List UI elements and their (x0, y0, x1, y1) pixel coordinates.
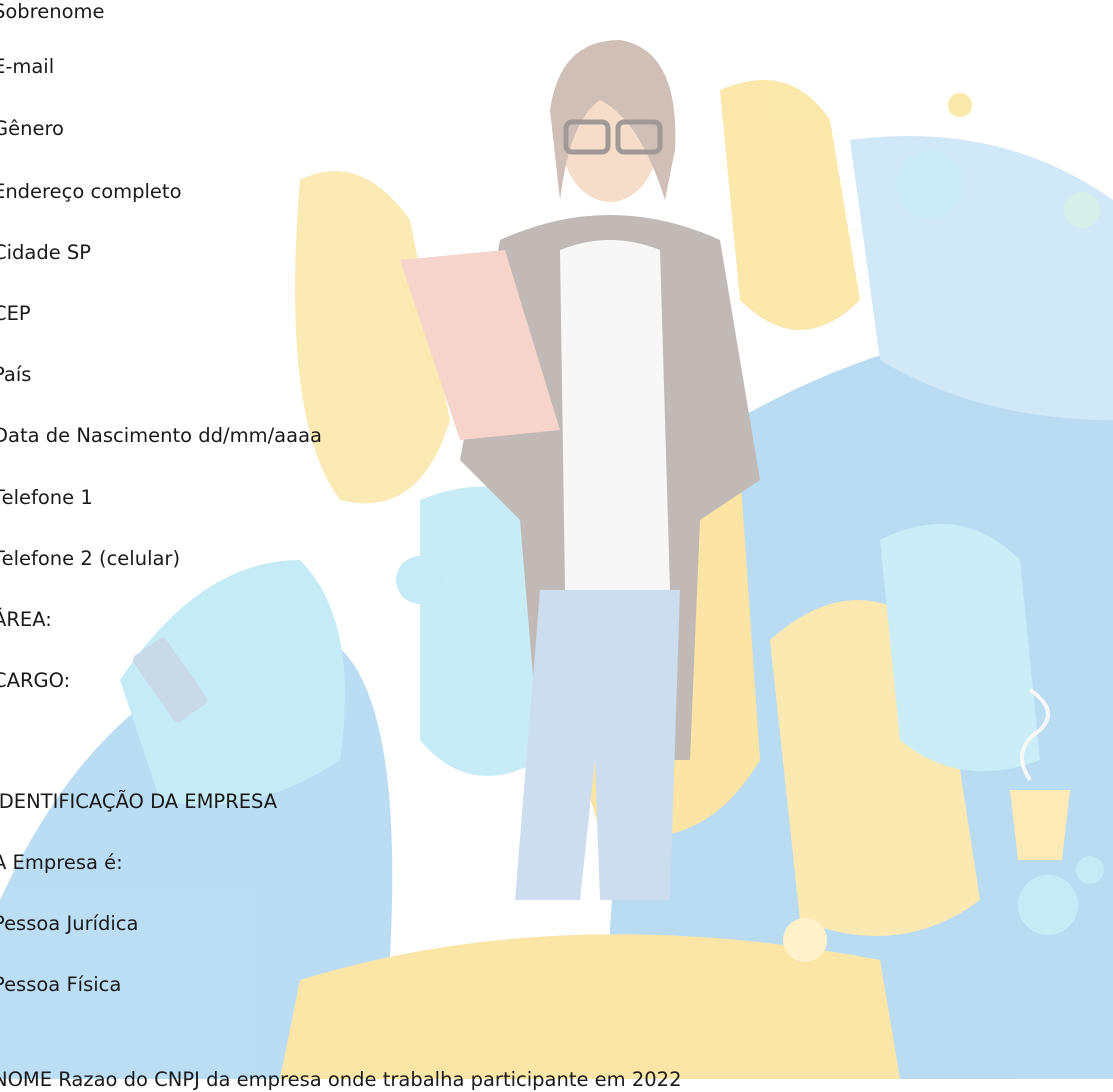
email-label: E-mail (0, 55, 55, 78)
cyan-figure-right (880, 524, 1040, 772)
background-illustration (0, 40, 1113, 1079)
sobrenome-label: Sobrenome (0, 0, 105, 23)
telefone-1-label: Telefone 1 (0, 486, 93, 509)
dot (896, 151, 964, 219)
dot (396, 556, 444, 604)
cargo-label: CARGO: (0, 669, 71, 692)
company-name-label: NOME Razao do CNPJ da empresa onde traba… (0, 1068, 682, 1091)
pais-label: País (0, 363, 32, 386)
dot (948, 93, 972, 117)
company-section-heading: IDENTIFICAÇÃO DA EMPRESA (0, 790, 278, 813)
company-type-question: A Empresa é: (0, 851, 123, 874)
genero-label: Gênero (0, 117, 64, 140)
option-pessoa-juridica: Pessoa Jurídica (0, 912, 139, 935)
cup-icon (1010, 790, 1070, 860)
student-shirt (560, 240, 670, 590)
telefone-2-label: Telefone 2 (celular) (0, 547, 181, 570)
data-nascimento-label: Data de Nascimento dd/mm/aaaa (0, 424, 322, 447)
dot (1018, 875, 1078, 935)
endereco-completo-label: Endereço completo (0, 180, 182, 203)
option-pessoa-fisica: Pessoa Física (0, 973, 122, 996)
cidade-label: Cidade SP (0, 241, 92, 264)
dot (1076, 856, 1104, 884)
dot (783, 918, 827, 962)
student-jeans (515, 590, 680, 900)
area-label: ÁREA: (0, 608, 52, 631)
dot (1064, 192, 1100, 228)
cep-label: CEP (0, 302, 31, 325)
yellow-figure-top-right (720, 80, 860, 330)
